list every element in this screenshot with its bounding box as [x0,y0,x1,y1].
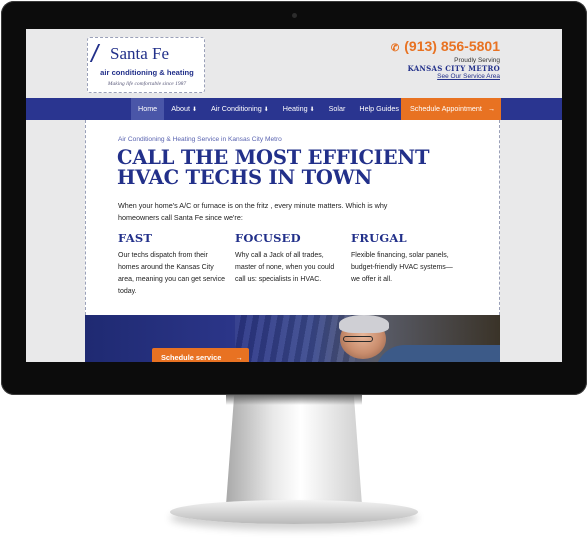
nav-label: Solar [328,104,346,113]
hvac-unit-image [235,315,355,362]
monitor-base [170,500,418,524]
chevron-down-icon: ⬇ [263,107,269,113]
nav-label: Help Guides [359,104,399,113]
service-metro: KANSAS CITY METRO [407,64,500,73]
phone-icon: ✆ [390,43,400,54]
chevron-down-icon: ⬇ [309,107,315,113]
feature-frugal: FRUGAL Flexible financing, solar panels,… [351,231,461,286]
schedule-service-button[interactable]: Schedule service → [152,348,249,362]
logo[interactable]: Santa Fe air conditioning & heating Maki… [87,37,205,93]
logo-slash-icon [89,44,113,62]
website: Santa Fe air conditioning & heating Maki… [26,29,562,362]
page-headline: CALL THE MOST EFFICIENT HVAC TECHS IN TO… [117,148,477,188]
logo-subtitle: air conditioning & heating [100,68,194,77]
service-area-link[interactable]: See Our Service Area [389,73,500,80]
headline-line-1: CALL THE MOST EFFICIENT [117,146,430,169]
feature-title: FAST [118,231,153,245]
feature-title: FOCUSED [235,231,301,245]
feature-fast: FAST Our techs dispatch from their homes… [118,231,228,298]
feature-title: FRUGAL [351,231,407,245]
feature-text: Our techs dispatch from their homes arou… [118,252,226,295]
nav-label: About [171,104,190,113]
nav-item-solar[interactable]: Solar [322,98,353,120]
proudly-serving: Proudly Serving [454,57,500,64]
page-kicker: Air Conditioning & Heating Service in Ka… [118,136,282,143]
chevron-down-icon: ⬇ [191,107,198,113]
content-panel: Air Conditioning & Heating Service in Ka… [85,120,500,315]
arrow-right-icon: → [235,353,243,362]
nav-items: Home About ⬇ Air Conditioning ⬇ Heating ⬇ S… [131,98,406,120]
camera-dot [292,13,297,18]
nav-item-heating[interactable]: Heating ⬇ [276,98,322,120]
schedule-appointment-button[interactable]: Schedule Appointment → [401,98,501,120]
nav-item-help-guides[interactable]: Help Guides [352,98,406,120]
intro-text: When your home's A/C or furnace is on th… [118,201,388,222]
nav-item-about[interactable]: About ⬇ [164,98,204,120]
nav-label: Heating [282,104,308,113]
arrow-right-icon: → [487,104,496,113]
header-contact: ✆ (913) 856-5801 Proudly Serving KANSAS C… [389,38,500,80]
headline-line-2: HVAC TECHS IN TOWN [117,166,373,189]
button-label: Schedule service [161,353,222,362]
stand-shadow [226,395,362,405]
logo-name: Santa Fe [110,44,170,63]
logo-tagline: Making life comfortable since 1987 [107,81,187,87]
feature-text: Flexible financing, solar panels, budget… [351,252,453,283]
phone-text: (913) 856-5801 [404,38,500,54]
nav-item-air-conditioning[interactable]: Air Conditioning ⬇ [204,98,276,120]
screen: Santa Fe air conditioning & heating Maki… [26,29,562,362]
main-nav: Home About ⬇ Air Conditioning ⬇ Heating ⬇ S… [26,98,562,120]
monitor-stand [226,395,362,505]
phone-number[interactable]: ✆ (913) 856-5801 [389,38,500,54]
nav-label: Air Conditioning [211,104,262,113]
hero-photo: Schedule service → [85,315,500,362]
feature-focused: FOCUSED Why call a Jack of all trades, m… [235,231,345,286]
cta-label: Schedule Appointment [410,104,482,113]
nav-label: Home [138,104,158,113]
technician-body-image [375,345,500,362]
technician-hair-image [339,315,389,333]
nav-item-home[interactable]: Home [131,98,165,120]
technician-glasses-image [343,336,373,342]
feature-text: Why call a Jack of all trades, master of… [235,252,335,283]
